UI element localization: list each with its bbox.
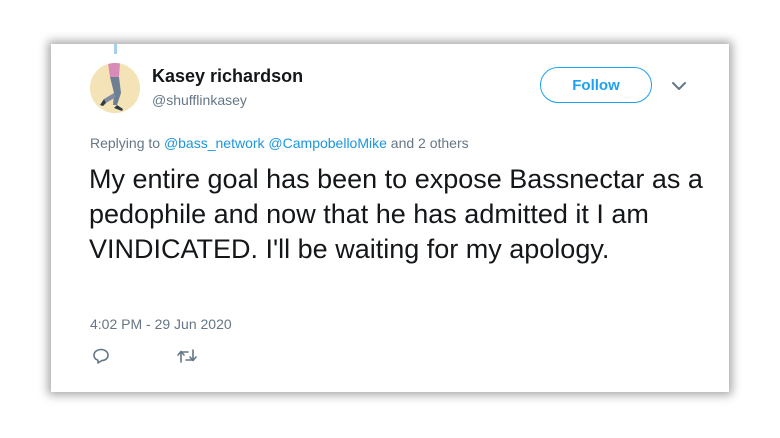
chevron-down-icon[interactable] bbox=[670, 77, 688, 95]
tweet-timestamp[interactable]: 4:02 PM - 29 Jun 2020 bbox=[90, 316, 232, 332]
mention-link[interactable]: @bass_network bbox=[164, 135, 265, 151]
author-name[interactable]: Kasey richardson bbox=[152, 66, 303, 87]
retweet-icon[interactable] bbox=[176, 347, 198, 365]
replying-to-prefix: Replying to bbox=[90, 135, 161, 151]
tweet-text: My entire goal has been to expose Bassne… bbox=[89, 164, 703, 264]
tweet-card: Kasey richardson @shufflinkasey Follow R… bbox=[51, 44, 729, 392]
avatar-image bbox=[90, 63, 140, 113]
reply-icon[interactable] bbox=[92, 347, 110, 365]
replying-to-line: Replying to @bass_network @CampobelloMik… bbox=[90, 135, 469, 151]
avatar[interactable] bbox=[90, 63, 140, 113]
replying-others[interactable]: and 2 others bbox=[391, 135, 469, 151]
author-handle[interactable]: @shufflinkasey bbox=[152, 92, 247, 108]
thread-connector-line bbox=[114, 44, 117, 54]
mention-link[interactable]: @CampobelloMike bbox=[268, 135, 386, 151]
follow-button[interactable]: Follow bbox=[540, 67, 652, 103]
